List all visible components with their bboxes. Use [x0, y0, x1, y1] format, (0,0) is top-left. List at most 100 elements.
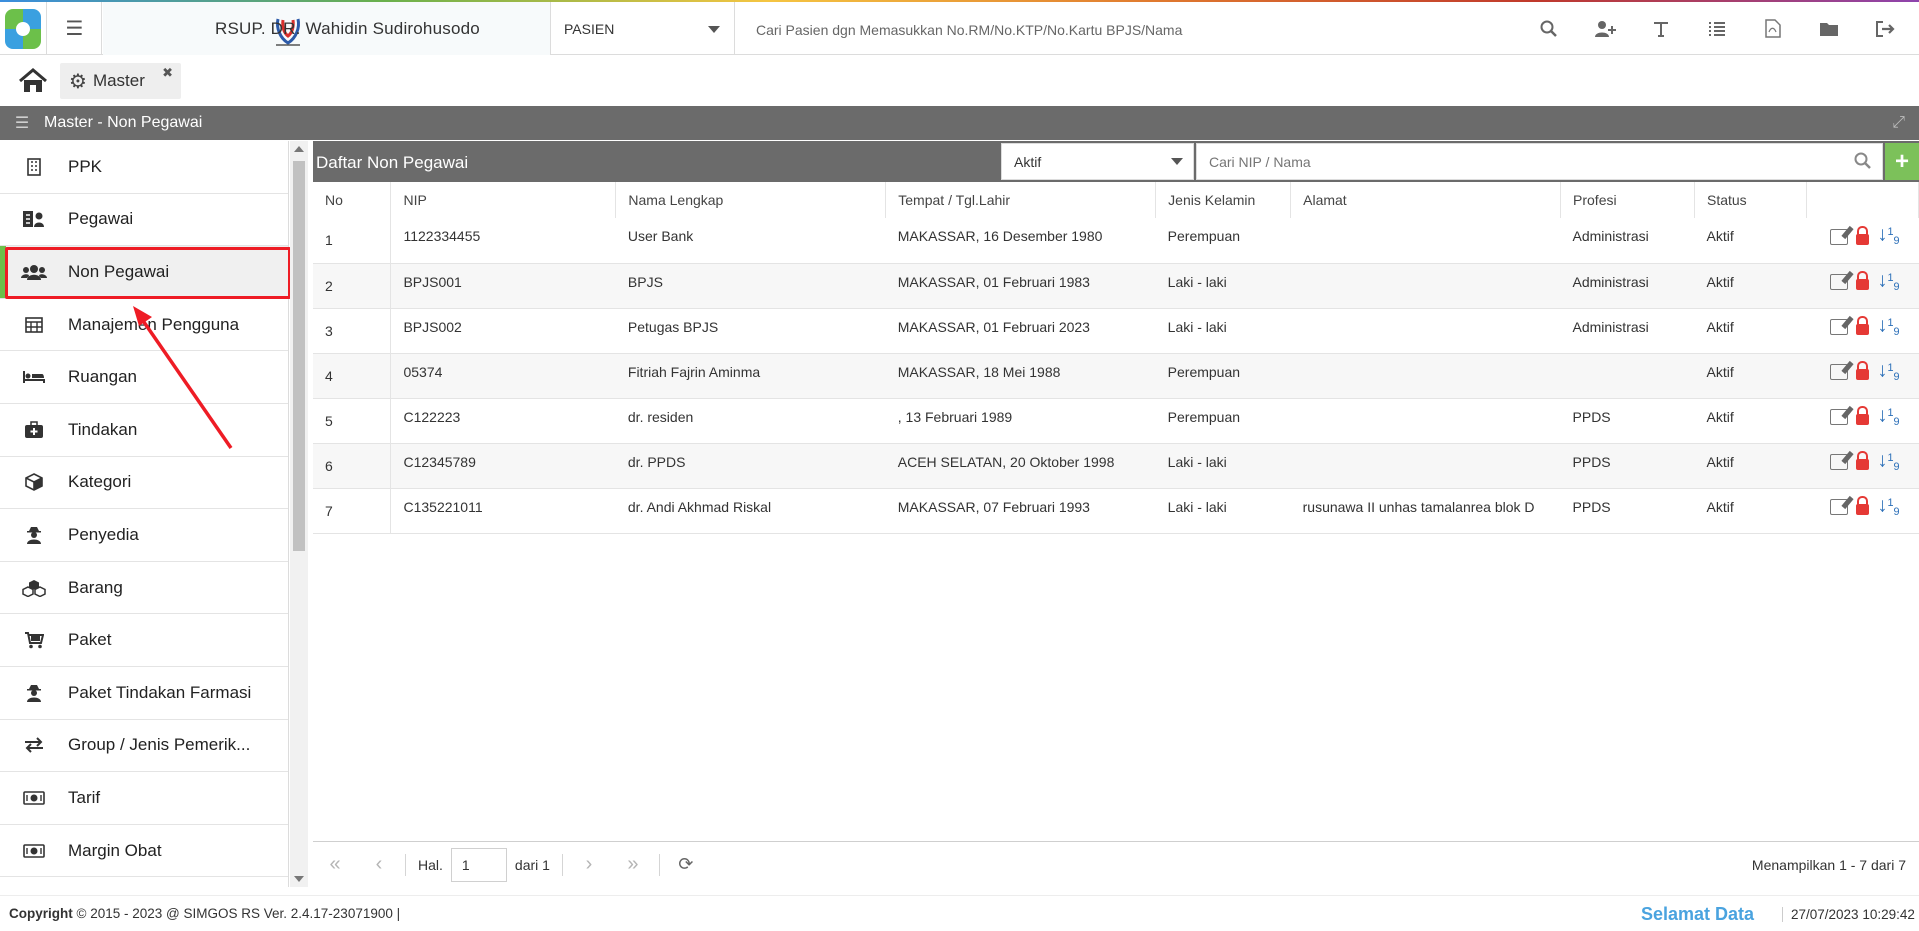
unlock-icon[interactable] [1856, 496, 1870, 516]
table-row[interactable]: 4 05374 Fitriah Fajrin Aminma MAKASSAR, 18 … [313, 353, 1919, 399]
unlock-icon[interactable] [1856, 271, 1870, 291]
unlock-icon[interactable] [1856, 361, 1870, 381]
edit-icon[interactable] [1830, 454, 1849, 471]
table-row[interactable]: 7 C135221011 dr. Andi Akhmad Riskal MAKASSA… [313, 488, 1919, 534]
sort-numeric-icon[interactable]: ↓19 [1877, 450, 1899, 472]
scroll-down-icon[interactable] [294, 876, 304, 882]
table-row[interactable]: 5 C122223 dr. residen, 13 Februari 1989 Per… [313, 398, 1919, 444]
panel-menu-icon[interactable]: ☰ [0, 113, 44, 133]
edit-icon[interactable] [1830, 319, 1849, 336]
app-logo-box[interactable] [0, 2, 47, 55]
col-header-alamat[interactable]: Alamat [1290, 182, 1562, 218]
copyright-icon: © [76, 906, 91, 921]
sidebar-item-tindakan[interactable]: Tindakan [0, 404, 288, 457]
sidebar-item-tarif[interactable]: Tarif [0, 772, 288, 825]
sidebar-item-barang[interactable]: Barang [0, 562, 288, 615]
unlock-icon[interactable] [1856, 225, 1870, 245]
scrollbar-thumb[interactable] [293, 161, 305, 551]
page-number-input[interactable] [450, 847, 507, 882]
pdf-icon[interactable] [1745, 2, 1801, 55]
col-header-jenis-kelamin[interactable]: Jenis Kelamin [1155, 182, 1292, 218]
close-tab-icon[interactable]: ✖ [162, 65, 173, 81]
cell-no: 6 [313, 443, 392, 489]
non-pegawai-table: No NIP Nama Lengkap Tempat / Tgl.Lahir J… [313, 182, 1919, 534]
sidebar-item-margin-obat[interactable]: Margin Obat [0, 825, 288, 878]
edit-icon[interactable] [1830, 364, 1849, 381]
sidebar-item-pegawai[interactable]: Pegawai [0, 194, 288, 247]
sidebar-item-kategori[interactable]: Kategori [0, 457, 288, 510]
search-icon[interactable] [1854, 152, 1872, 175]
cell-alamat [1290, 263, 1561, 309]
unlock-icon[interactable] [1856, 316, 1870, 336]
table-row[interactable]: 6 C12345789 dr. PPDS ACEH SELATAN, 20 Oktob… [313, 443, 1919, 489]
row-actions: ↓19 [1818, 360, 1918, 382]
col-header-no[interactable]: No [313, 182, 392, 218]
list-header: Daftar Non Pegawai Aktif + [313, 141, 1919, 182]
unlock-icon[interactable] [1856, 406, 1870, 426]
edit-icon[interactable] [1830, 228, 1849, 245]
table-row[interactable]: 2 BPJS001 BPJS MAKASSAR, 01 Februari 1983 La… [313, 263, 1919, 309]
search-input[interactable] [1209, 153, 1829, 170]
tab-master[interactable]: ⚙ Master ✖ [60, 63, 181, 99]
sidebar-item-group-jenis-pemeriksaan[interactable]: Group / Jenis Pemerik... [0, 720, 288, 773]
edit-icon[interactable] [1830, 274, 1849, 291]
sidebar-scrollbar[interactable] [290, 141, 308, 887]
scroll-up-icon[interactable] [294, 146, 304, 152]
sort-numeric-icon[interactable]: ↓19 [1877, 360, 1899, 382]
table-row[interactable]: 3 BPJS002 Petugas BPJS MAKASSAR, 01 Februar… [313, 308, 1919, 354]
refresh-icon[interactable]: ⟳ [664, 854, 708, 875]
last-page-icon[interactable]: » [611, 853, 655, 876]
sort-numeric-icon[interactable]: ↓19 [1877, 315, 1899, 337]
add-user-icon[interactable] [1577, 2, 1633, 55]
sort-numeric-icon[interactable]: ↓19 [1877, 270, 1899, 292]
sidebar-item-paket-tindakan-farmasi[interactable]: Paket Tindakan Farmasi [0, 667, 288, 720]
sort-numeric-icon[interactable]: ↓19 [1877, 405, 1899, 427]
search-icon[interactable] [1521, 2, 1577, 55]
hospital-banner: RSUP. DR. Wahidin Sudirohusodo [103, 2, 551, 55]
add-button[interactable]: + [1885, 143, 1919, 180]
next-page-icon[interactable]: › [567, 853, 611, 876]
col-header-nip[interactable]: NIP [390, 182, 617, 218]
sidebar-item-paket[interactable]: Paket [0, 614, 288, 667]
cell-no: 5 [313, 398, 392, 444]
cell-actions: ↓19 [1806, 488, 1919, 534]
col-header-profesi[interactable]: Profesi [1560, 182, 1695, 218]
sidebar-item-manajemen-pengguna[interactable]: Manajemen Pengguna [0, 299, 288, 352]
sidebar-item-non-pegawai[interactable]: Non Pegawai [0, 246, 288, 299]
text-icon[interactable] [1633, 2, 1689, 55]
col-header-status[interactable]: Status [1694, 182, 1807, 218]
col-header-ttl[interactable]: Tempat / Tgl.Lahir [885, 182, 1157, 218]
cell-actions: ↓19 [1806, 218, 1919, 264]
pager-divider [658, 853, 660, 876]
copyright-text: 2015 - 2023 @ SIMGOS RS Ver. 2.4.17-2307… [90, 906, 393, 921]
row-actions: ↓19 [1818, 270, 1918, 292]
patient-search-input[interactable]: Cari Pasien dgn Memasukkan No.RM/No.KTP/… [756, 22, 1182, 38]
copyright: Copyright © 2015 - 2023 @ SIMGOS RS Ver.… [9, 906, 401, 921]
first-page-icon[interactable]: « [313, 853, 357, 876]
col-header-nama[interactable]: Nama Lengkap [615, 182, 887, 218]
logout-icon[interactable] [1857, 2, 1913, 55]
hamburger-menu-icon[interactable]: ☰ [48, 2, 102, 55]
home-icon[interactable] [18, 68, 48, 94]
cell-profesi: PPDS [1560, 443, 1695, 489]
sort-numeric-icon[interactable]: ↓19 [1877, 224, 1899, 246]
folder-icon[interactable] [1801, 2, 1857, 55]
sidebar-item-penyedia[interactable]: Penyedia [0, 509, 288, 562]
search-type-select[interactable]: PASIEN [552, 2, 735, 55]
expand-icon[interactable]: ⤢ [1892, 114, 1905, 132]
status-filter-select[interactable]: Aktif [1001, 143, 1194, 180]
unlock-icon[interactable] [1856, 451, 1870, 471]
prev-page-icon[interactable]: ‹ [357, 853, 401, 876]
pager-divider [561, 853, 563, 876]
table-row[interactable]: 1 1122334455 User Bank MAKASSAR, 16 Desembe… [313, 218, 1919, 264]
chevron-down-icon [1171, 158, 1183, 165]
sort-numeric-icon[interactable]: ↓19 [1877, 495, 1899, 517]
sidebar-item-ruangan[interactable]: Ruangan [0, 351, 288, 404]
cell-nama: dr. Andi Akhmad Riskal [615, 488, 886, 534]
edit-icon[interactable] [1830, 409, 1849, 426]
building-icon [0, 157, 68, 176]
edit-icon[interactable] [1830, 499, 1849, 516]
cell-jenis-kelamin: Laki - laki [1155, 263, 1291, 309]
sidebar-item-ppk[interactable]: PPK [0, 141, 288, 194]
list-icon[interactable] [1689, 2, 1745, 55]
